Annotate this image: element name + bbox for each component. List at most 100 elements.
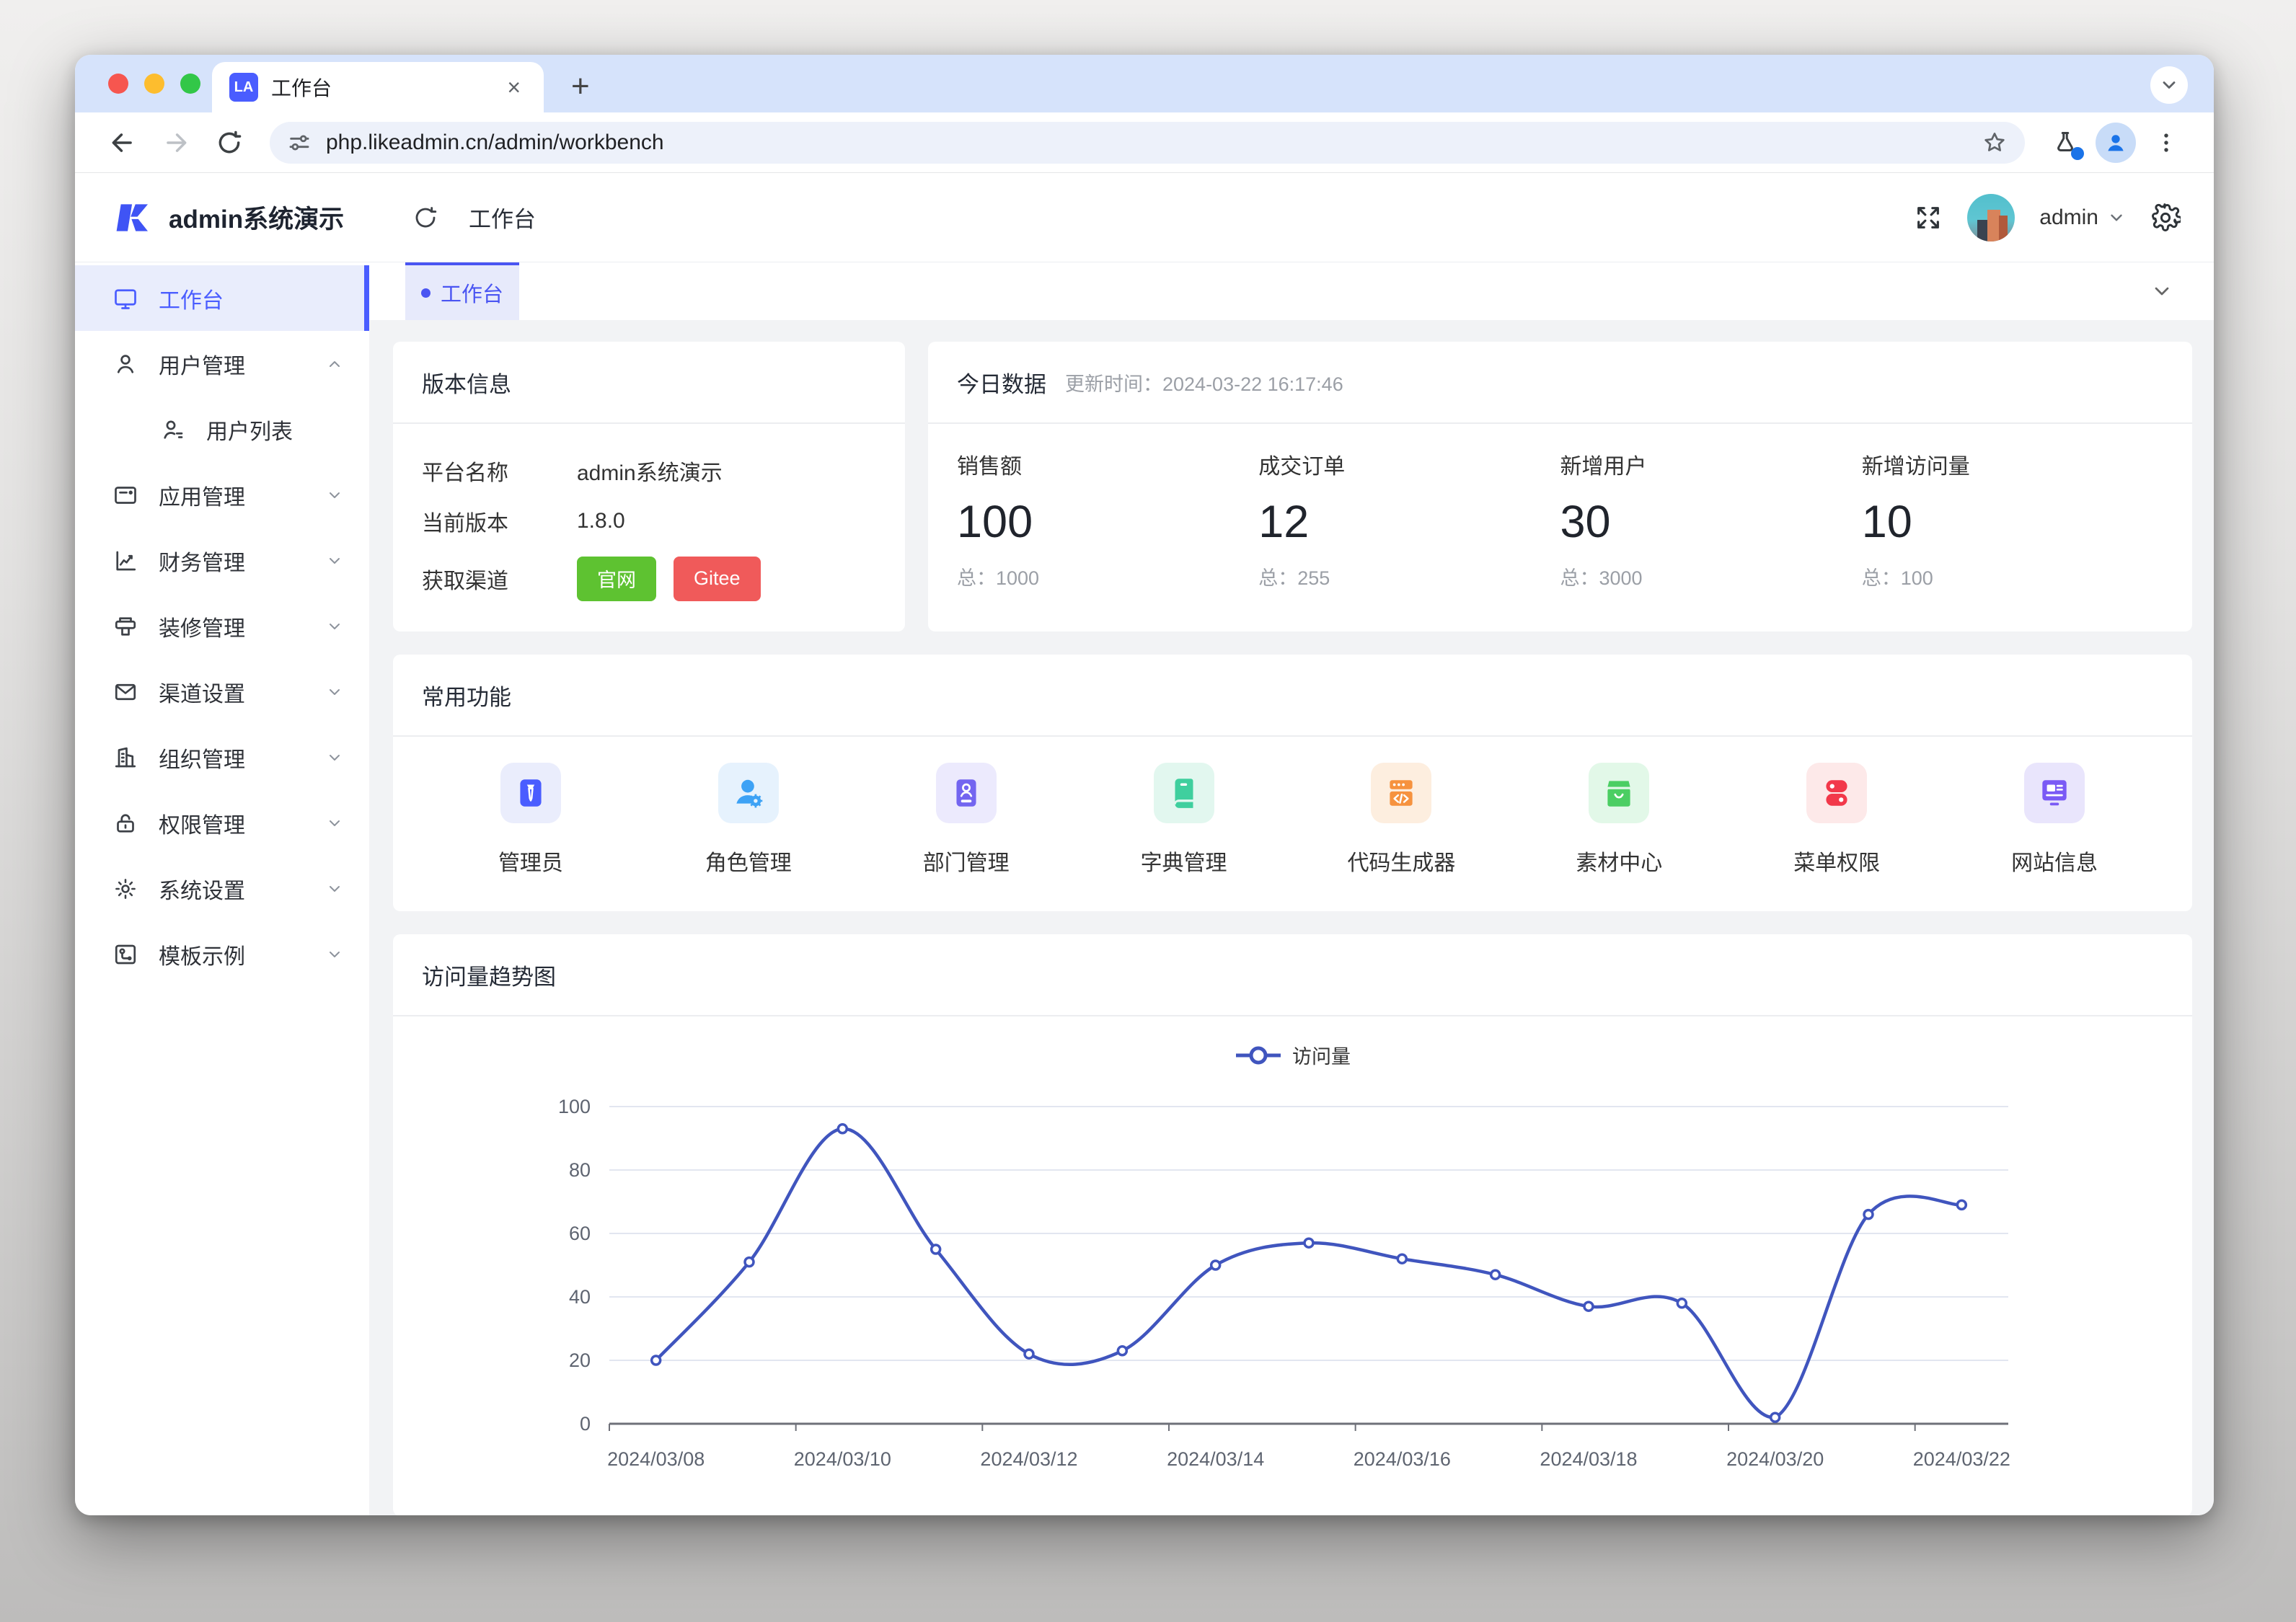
chevron-down-icon	[326, 683, 343, 701]
chart-legend[interactable]: 访问量	[393, 1041, 2192, 1069]
sidebar-item-workbench[interactable]: 工作台	[75, 265, 369, 331]
metric-label: 成交订单	[1258, 448, 1560, 480]
visits-trend-card: 访问量趋势图 访问量 0204060801002024/03/082024/03…	[393, 934, 2192, 1515]
tabs-collapse-chevron-icon[interactable]	[2150, 280, 2173, 303]
brand-logo-icon	[112, 198, 153, 238]
svg-text:20: 20	[569, 1350, 591, 1371]
chevron-down-icon	[326, 946, 343, 963]
dictionary-book-icon	[1154, 763, 1214, 823]
building-icon	[112, 745, 138, 771]
sidebar-item-finance-management[interactable]: 财务管理	[75, 528, 369, 593]
today-card-title: 今日数据	[957, 366, 1046, 399]
function-admin[interactable]: 管理员	[422, 763, 640, 911]
metric-total: 总：3000	[1560, 562, 1862, 590]
chevron-down-icon	[326, 880, 343, 898]
svg-text:40: 40	[569, 1286, 591, 1308]
minimize-window-button[interactable]	[144, 74, 164, 94]
experiments-flask-icon[interactable]	[2042, 120, 2088, 166]
new-tab-button[interactable]: +	[571, 71, 590, 102]
svg-text:2024/03/10: 2024/03/10	[794, 1448, 891, 1470]
gear-icon	[112, 876, 138, 902]
username-text: admin	[2039, 205, 2098, 230]
browser-menu-icon[interactable]	[2143, 120, 2189, 166]
app-card-icon	[112, 482, 138, 508]
chevron-down-icon	[326, 487, 343, 504]
user-avatar[interactable]	[1967, 194, 2015, 241]
app-header: admin系统演示 工作台 admin	[75, 173, 2214, 262]
visits-line-chart: 0204060801002024/03/082024/03/102024/03/…	[422, 1085, 2163, 1512]
sidebar-item-template-examples[interactable]: 模板示例	[75, 921, 369, 987]
chevron-down-icon	[326, 815, 343, 832]
reload-icon[interactable]	[206, 120, 252, 166]
metric-total: 总：1000	[957, 562, 1258, 590]
user-menu[interactable]: admin	[2039, 205, 2126, 230]
svg-text:80: 80	[569, 1159, 591, 1181]
function-code-generator[interactable]: 代码生成器	[1293, 763, 1511, 911]
function-roles[interactable]: 角色管理	[640, 763, 857, 911]
close-window-button[interactable]	[108, 74, 128, 94]
settings-gear-icon[interactable]	[2150, 203, 2181, 233]
refresh-icon[interactable]	[412, 205, 438, 231]
bookmark-star-icon[interactable]	[1982, 130, 2008, 156]
tab-search-chevron-icon[interactable]	[2150, 66, 2188, 104]
svg-text:2024/03/12: 2024/03/12	[980, 1448, 1077, 1470]
url-text[interactable]: php.likeadmin.cn/admin/workbench	[326, 130, 1967, 155]
menu-permission-toggles-icon	[1806, 763, 1867, 823]
fullscreen-icon[interactable]	[1914, 203, 1943, 232]
address-bar[interactable]: php.likeadmin.cn/admin/workbench	[270, 122, 2025, 164]
channel-label: 获取渠道	[422, 563, 577, 595]
browser-profile-icon[interactable]	[2096, 123, 2136, 163]
tab-close-icon[interactable]: ×	[501, 73, 526, 102]
forward-icon[interactable]	[153, 120, 199, 166]
envelope-icon	[112, 679, 138, 705]
sidebar-item-label: 系统设置	[159, 873, 306, 905]
page-tab-workbench[interactable]: 工作台	[405, 262, 519, 320]
current-version-value: 1.8.0	[577, 509, 625, 533]
sidebar-item-user-list[interactable]: 用户列表	[75, 396, 369, 462]
metric-label: 销售额	[957, 448, 1258, 480]
function-departments[interactable]: 部门管理	[857, 763, 1075, 911]
legend-label: 访问量	[1292, 1041, 1351, 1069]
version-info-card: 版本信息 平台名称 admin系统演示 当前版本 1.8.0 获	[393, 342, 905, 631]
function-website-info[interactable]: 网站信息	[1946, 763, 2163, 911]
metric-sales: 销售额 100 总：1000	[957, 448, 1258, 631]
browser-tab-strip: LA 工作台 × +	[75, 55, 2214, 112]
function-menu-permissions[interactable]: 菜单权限	[1728, 763, 1946, 911]
sidebar-item-decoration-management[interactable]: 装修管理	[75, 593, 369, 659]
sidebar-item-label: 财务管理	[159, 545, 306, 577]
function-label: 字典管理	[1141, 845, 1227, 877]
sidebar: 工作台 用户管理 用户列表 应用管理 财务管理	[75, 262, 369, 1515]
sidebar-item-system-settings[interactable]: 系统设置	[75, 856, 369, 921]
metric-value: 10	[1862, 496, 2163, 548]
tab-favicon: LA	[229, 73, 258, 102]
page-tab-label: 工作台	[441, 278, 503, 308]
site-settings-icon[interactable]	[287, 130, 312, 155]
browser-tab[interactable]: LA 工作台 ×	[212, 62, 544, 112]
function-label: 素材中心	[1576, 845, 1662, 877]
svg-text:2024/03/16: 2024/03/16	[1354, 1448, 1451, 1470]
function-label: 网站信息	[2011, 845, 2098, 877]
sidebar-item-label: 渠道设置	[159, 676, 306, 708]
back-icon[interactable]	[100, 120, 146, 166]
sidebar-item-user-management[interactable]: 用户管理	[75, 331, 369, 396]
metric-value: 12	[1258, 496, 1560, 548]
page-tabs-bar: 工作台	[369, 262, 2214, 320]
metric-label: 新增用户	[1560, 448, 1862, 480]
website-monitor-icon	[2024, 763, 2085, 823]
sidebar-item-app-management[interactable]: 应用管理	[75, 462, 369, 528]
function-dictionary[interactable]: 字典管理	[1075, 763, 1293, 911]
sidebar-item-permission-management[interactable]: 权限管理	[75, 790, 369, 856]
flask-badge-dot	[2071, 147, 2084, 160]
sidebar-item-label: 应用管理	[159, 479, 306, 511]
zoom-window-button[interactable]	[180, 74, 200, 94]
svg-text:2024/03/18: 2024/03/18	[1540, 1448, 1637, 1470]
code-generator-icon	[1371, 763, 1431, 823]
metric-label: 新增访问量	[1862, 448, 2163, 480]
brand[interactable]: admin系统演示	[75, 198, 369, 238]
official-site-button[interactable]: 官网	[577, 557, 656, 601]
sidebar-item-channel-settings[interactable]: 渠道设置	[75, 659, 369, 724]
gitee-button[interactable]: Gitee	[674, 557, 761, 601]
function-material-center[interactable]: 素材中心	[1510, 763, 1728, 911]
sidebar-item-organization-management[interactable]: 组织管理	[75, 724, 369, 790]
sidebar-item-label: 装修管理	[159, 611, 306, 642]
